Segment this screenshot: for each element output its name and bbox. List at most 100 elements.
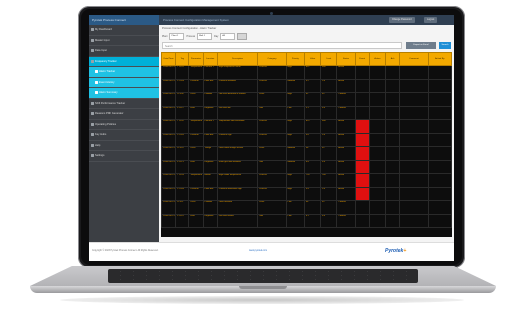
- table-cell: High: [285, 119, 305, 134]
- table-row[interactable]: 10/03/2023 12:01TT-101TemperatureFurnace…: [161, 65, 452, 80]
- sidebar-item-settings[interactable]: Settings: [89, 151, 159, 162]
- table-cell: [368, 173, 387, 188]
- day-select[interactable]: All: [220, 33, 236, 40]
- column-header[interactable]: Limit: [320, 52, 338, 66]
- column-header[interactable]: Priority: [285, 52, 305, 66]
- logout-button[interactable]: Logout: [424, 17, 438, 23]
- menu-item-icon: [91, 49, 94, 52]
- table-cell: [399, 92, 429, 107]
- sidebar-item-label: Alarm Tracker: [99, 70, 116, 73]
- table-cell: Low: [285, 200, 305, 215]
- column-header[interactable]: Location: [202, 52, 218, 66]
- table-cell: Level: [257, 200, 287, 215]
- sidebar-item-master-input[interactable]: Master Input: [89, 36, 159, 46]
- table-cell: [368, 78, 387, 93]
- table-row[interactable]: 10/03/2023 13:05PT-205PressureFilter Box…: [161, 132, 452, 147]
- column-header[interactable]: Status: [336, 52, 356, 66]
- column-header[interactable]: Tag: [175, 52, 190, 66]
- brand-logo[interactable]: Pyrotek Process Connect: [89, 15, 159, 25]
- table-row[interactable]: 10/03/2023 13:32FT-113FlowDegasserRotor …: [161, 159, 452, 174]
- table-cell: Filter Box: [202, 186, 218, 201]
- table-cell: Temperature: [188, 119, 204, 134]
- sidebar-item-alarm-summary[interactable]: Alarm Summary: [89, 88, 159, 99]
- column-header[interactable]: Event: [354, 52, 370, 66]
- change-password-button[interactable]: Change Password: [389, 17, 415, 23]
- column-header[interactable]: Description: [216, 52, 259, 66]
- table-row[interactable]: 10/03/2023 14:02PT-206PressureFilter Box…: [161, 186, 452, 201]
- process-select[interactable]: Melt 1: [197, 33, 213, 40]
- table-cell: [385, 132, 401, 147]
- table-cell: Furnace 2: [202, 119, 218, 134]
- column-header[interactable]: Acked By: [427, 52, 452, 66]
- filter-button[interactable]: [237, 33, 248, 40]
- export-excel-button[interactable]: Export as Excel: [406, 42, 436, 49]
- table-cell: 780: [320, 173, 338, 188]
- table-row[interactable]: 10/03/2023 14:15LT-311LevelLaunderLevel …: [161, 200, 452, 215]
- alarm-table: Date/Time Tag Parameter Location Description…: [161, 52, 452, 237]
- sidebar-item-frequency-tracker[interactable]: Frequency Tracker: [89, 56, 159, 67]
- table-cell: [354, 213, 370, 228]
- column-header[interactable]: Action: [368, 52, 387, 66]
- table-cell: Pressure high: [216, 132, 259, 147]
- sidebar-item-reasons-pdf-generator[interactable]: Reasons PDF Generator: [89, 109, 159, 120]
- table-cell: [385, 78, 401, 93]
- sidebar-item-label: Data Input: [95, 49, 107, 52]
- column-header[interactable]: Category: [257, 52, 287, 66]
- table-cell: Low: [285, 105, 305, 120]
- table-row[interactable]: 10/03/2023 12:53TT-102TemperatureFurnace…: [161, 119, 452, 134]
- column-header[interactable]: Comment: [399, 52, 429, 66]
- table-cell: 10/03/2023 13:18: [161, 146, 177, 161]
- table-row[interactable]: 10/03/2023 12:26LT-309LevelLaunderLow le…: [161, 92, 452, 107]
- sidebar-item-my-dashboard[interactable]: My Dashboard: [89, 25, 159, 36]
- table-cell: PT-204: [175, 78, 190, 93]
- laptop-shadow: [60, 296, 464, 304]
- column-header[interactable]: Date/Time: [161, 52, 177, 66]
- sidebar-item-shift-performance-tracker[interactable]: Shift Performance Tracker: [89, 99, 159, 109]
- column-header[interactable]: Parameter: [188, 52, 204, 66]
- table-cell: 800: [320, 65, 338, 80]
- table-cell: [385, 146, 401, 161]
- sidebar-item-alarm-tracker[interactable]: Alarm Tracker: [89, 67, 159, 78]
- table-cell: Medium: [285, 78, 305, 93]
- table-row[interactable]: 10/03/2023 12:40FT-112FlowDegasserGas fl…: [161, 105, 452, 120]
- table-cell: [354, 105, 370, 120]
- search-button[interactable]: Search: [439, 42, 451, 49]
- table-cell: Gas: [257, 105, 287, 120]
- laptop-notch: [239, 286, 287, 289]
- table-cell: [385, 213, 401, 228]
- table-cell: [399, 132, 429, 147]
- table-row[interactable]: 10/03/2023 12:14PT-204PressureFilter Box…: [161, 78, 452, 93]
- sidebar-item-event-history[interactable]: Event History: [89, 77, 159, 88]
- table-cell: Flow: [188, 213, 204, 228]
- table-cell: High: [285, 132, 305, 147]
- table-cell: High: [285, 65, 305, 80]
- table-row[interactable]: 10/03/2023 13:18LT-310LevelTroughLevel a…: [161, 146, 452, 161]
- table-cell: 3.2: [303, 78, 322, 93]
- table-cell: 3.0: [320, 186, 338, 201]
- column-header[interactable]: Ack: [385, 52, 401, 66]
- table-cell: Process: [257, 78, 287, 93]
- table-cell: 10/03/2023 12:26: [161, 92, 177, 107]
- search-input[interactable]: Search: [162, 42, 402, 49]
- sidebar-item-key-hubs[interactable]: Key Hubs: [89, 130, 159, 141]
- table-cell: Level: [188, 200, 204, 215]
- table-row[interactable]: 10/03/2023 13:47TT-103TemperatureHolderH…: [161, 173, 452, 188]
- logo-text: Pyrotek: [385, 248, 404, 254]
- sidebar-item-help[interactable]: Help: [89, 141, 159, 151]
- sidebar-item-data-input[interactable]: Data Input: [89, 46, 159, 57]
- plant-select[interactable]: Plant 1: [169, 33, 185, 40]
- table-row[interactable]: 10/03/2023 14:29FT-114FlowDegasserGas fl…: [161, 213, 452, 228]
- footer-link[interactable]: www.pyrotek.com: [249, 250, 267, 252]
- table-cell: Low: [285, 213, 305, 228]
- column-header[interactable]: Value: [303, 52, 322, 66]
- table-cell: Gas flow normal: [216, 213, 259, 228]
- sidebar-item-operating-policies[interactable]: Operating Policies: [89, 120, 159, 130]
- menu-item-icon: [91, 143, 94, 147]
- table-cell: [354, 119, 370, 134]
- table-cell: [427, 119, 452, 134]
- table-cell: [368, 92, 387, 107]
- table-cell: [399, 186, 429, 201]
- table-cell: [354, 92, 370, 107]
- table-cell: Pressure differential high: [216, 186, 259, 201]
- table-cell: Flow: [188, 105, 204, 120]
